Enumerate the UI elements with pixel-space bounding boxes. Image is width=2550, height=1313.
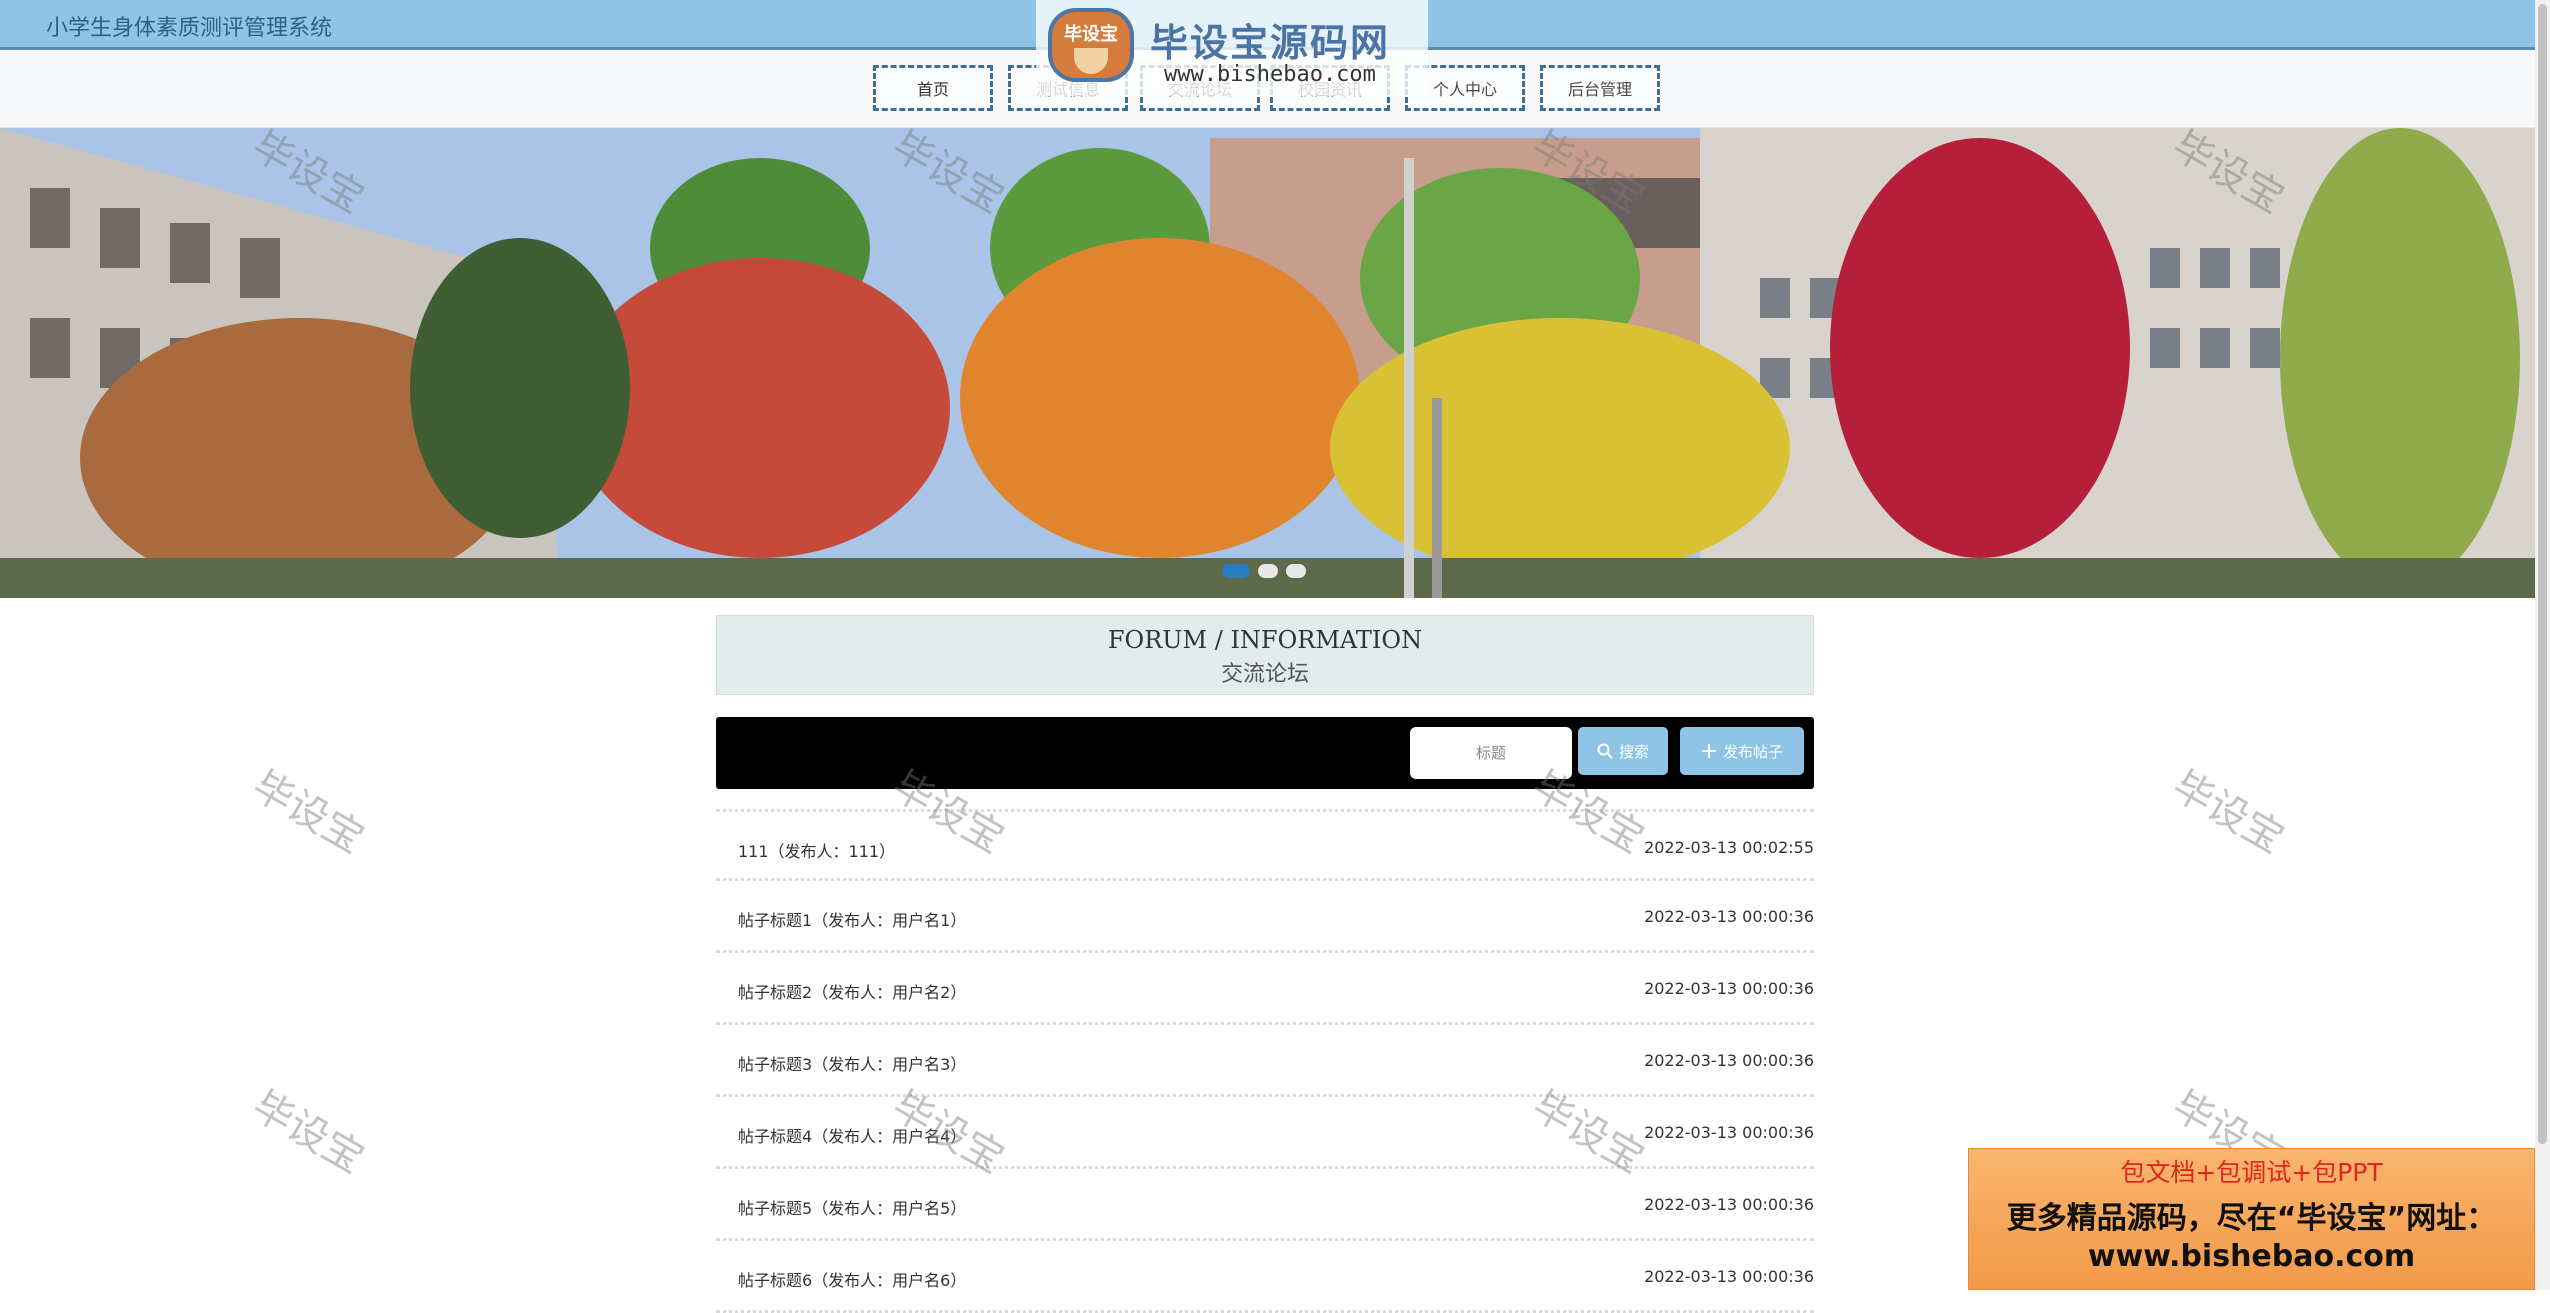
post-row[interactable]: 帖子标题2（发布人：用户名2） 2022-03-13 00:00:36 [716,953,1814,1025]
post-time: 2022-03-13 00:00:36 [1644,907,1814,926]
watermark-url: www.bishebao.com [1164,62,1376,87]
post-row[interactable]: 帖子标题1（发布人：用户名1） 2022-03-13 00:00:36 [716,881,1814,953]
banner-image [0,128,2535,598]
promo-banner[interactable]: 包文档+包调试+包PPT 更多精品源码，尽在“毕设宝”网址： www.bishe… [1968,1148,2535,1290]
post-row[interactable]: 帖子标题3（发布人：用户名3） 2022-03-13 00:00:36 [716,1025,1814,1097]
post-time: 2022-03-13 00:00:36 [1644,1267,1814,1286]
banner-carousel[interactable] [0,128,2535,598]
watermark-logo: 毕设宝 毕设宝源码网 www.bishebao.com [1036,0,1428,96]
section-title-cn: 交流论坛 [1220,662,1309,687]
post-title[interactable]: 帖子标题3（发布人：用户名3） [738,1051,966,1075]
search-bar: 搜索 发布帖子 [716,717,1814,789]
mascot-icon: 毕设宝 [1048,8,1134,82]
post-time: 2022-03-13 00:00:36 [1644,1123,1814,1142]
carousel-dot-2[interactable] [1258,564,1278,578]
post-time: 2022-03-13 00:00:36 [1644,1195,1814,1214]
search-button-label: 搜索 [1618,742,1649,761]
site-title[interactable]: 小学生身体素质测评管理系统 [46,10,332,42]
section-title-en: FORUM / INFORMATION [1107,626,1423,654]
post-title[interactable]: 帖子标题2（发布人：用户名2） [738,979,966,1003]
carousel-indicators [1222,564,1306,580]
promo-line-2: 更多精品源码，尽在“毕设宝”网址： [2006,1201,2497,1236]
post-row[interactable]: 帖子标题5（发布人：用户名5） 2022-03-13 00:00:36 [716,1169,1814,1241]
post-title[interactable]: 帖子标题4（发布人：用户名4） [738,1123,966,1147]
watermark-text: 毕设宝 [244,1082,372,1183]
forum-post-list: 111（发布人：111） 2022-03-13 00:02:55 帖子标题1（发… [716,809,1814,1313]
post-time: 2022-03-13 00:00:36 [1644,979,1814,998]
nav-admin[interactable]: 后台管理 [1540,65,1660,111]
watermark-name: 毕设宝源码网 [1150,21,1391,65]
publish-button-label: 发布帖子 [1722,742,1783,761]
search-icon [1597,743,1613,759]
post-title[interactable]: 帖子标题5（发布人：用户名5） [738,1195,966,1219]
scrollbar-thumb[interactable] [2538,4,2547,1144]
nav-home[interactable]: 首页 [873,65,993,111]
post-title[interactable]: 帖子标题6（发布人：用户名6） [738,1267,966,1291]
search-button[interactable]: 搜索 [1578,727,1668,775]
page-scrollbar[interactable] [2535,0,2550,1290]
post-time: 2022-03-13 00:02:55 [1644,838,1814,857]
post-row[interactable]: 111（发布人：111） 2022-03-13 00:02:55 [716,809,1814,881]
publish-post-button[interactable]: 发布帖子 [1680,727,1804,775]
carousel-dot-3[interactable] [1286,564,1306,578]
plus-icon [1701,744,1716,758]
post-title[interactable]: 111（发布人：111） [738,838,895,862]
watermark-text: 毕设宝 [244,762,372,863]
post-title[interactable]: 帖子标题1（发布人：用户名1） [738,907,966,931]
carousel-dot-1[interactable] [1222,564,1250,578]
title-search-input[interactable] [1410,727,1572,779]
post-time: 2022-03-13 00:00:36 [1644,1051,1814,1070]
post-row[interactable]: 帖子标题6（发布人：用户名6） 2022-03-13 00:00:36 [716,1241,1814,1313]
forum-section-header: FORUM / INFORMATION 交流论坛 [716,615,1814,695]
watermark-text: 毕设宝 [2164,762,2292,863]
promo-line-3: www.bishebao.com [2087,1239,2416,1274]
post-row[interactable]: 帖子标题4（发布人：用户名4） 2022-03-13 00:00:36 [716,1097,1814,1169]
promo-line-1: 包文档+包调试+包PPT [2120,1158,2383,1187]
